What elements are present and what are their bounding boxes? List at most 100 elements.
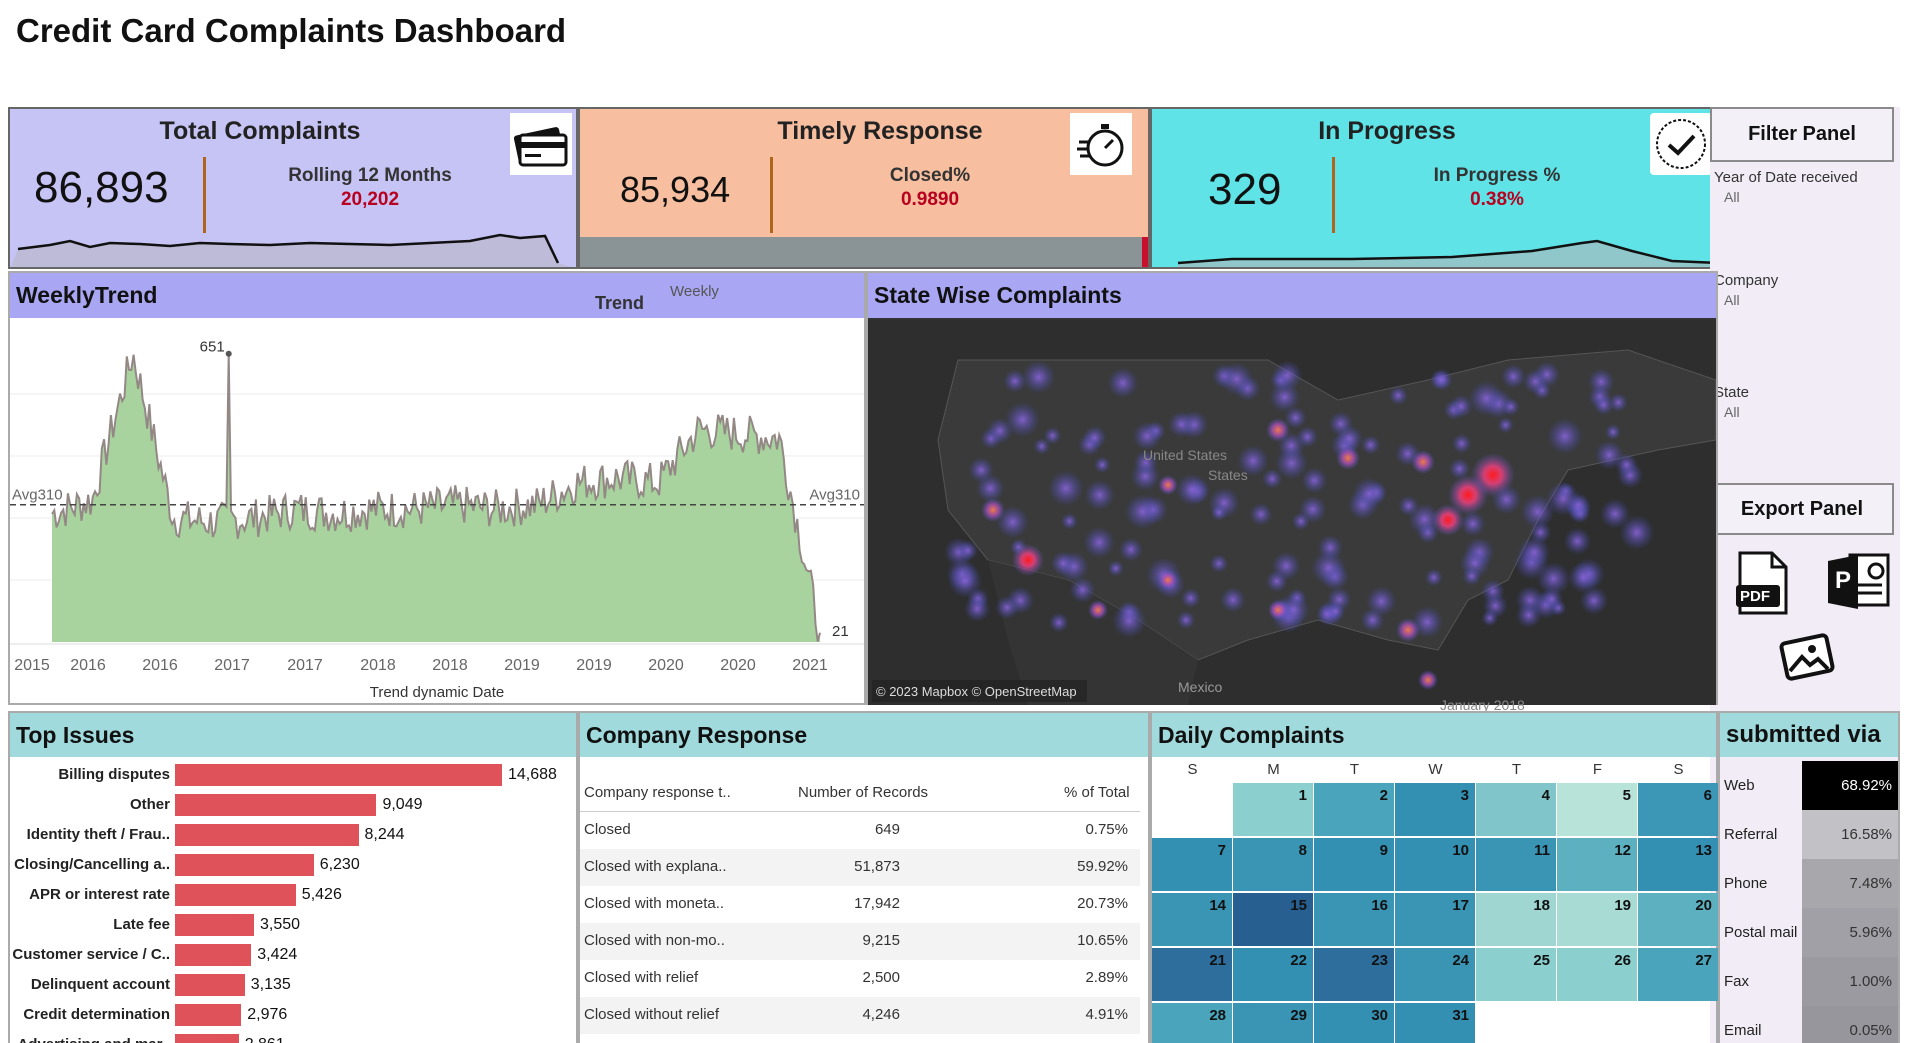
pdf-export-icon[interactable]: PDF: [1734, 551, 1790, 615]
table-row[interactable]: Untimely response1390.16%: [580, 1034, 1140, 1043]
submitted-via-panel: submitted via Web 68.92% Referral 16.58% Pho…: [1718, 711, 1900, 1043]
issue-bar[interactable]: [175, 884, 296, 906]
issue-bar[interactable]: [175, 1004, 242, 1026]
table-row[interactable]: Closed with moneta.. 17,942 20.73%: [580, 886, 1140, 923]
issue-bar[interactable]: [175, 824, 359, 846]
issue-bar[interactable]: [175, 794, 377, 816]
issue-bar[interactable]: [175, 854, 314, 876]
heat-dot: [1431, 368, 1453, 391]
issue-bar[interactable]: [175, 764, 502, 786]
x-tick-label: 2019: [504, 657, 540, 674]
col-percent-total[interactable]: % of Total: [1064, 784, 1130, 801]
trend-dropdown[interactable]: Weekly: [670, 283, 719, 300]
calendar-day[interactable]: 4: [1476, 783, 1556, 836]
heat-dot: [1546, 481, 1581, 516]
calendar-day[interactable]: 2: [1314, 783, 1394, 836]
issue-bar[interactable]: [175, 974, 245, 996]
calendar-day[interactable]: 19: [1557, 893, 1637, 946]
table-row[interactable]: Closed 649 0.75%: [580, 812, 1140, 849]
calendar-day[interactable]: 20: [1638, 893, 1718, 946]
via-value[interactable]: 68.92%: [1802, 761, 1898, 810]
via-label: Email: [1724, 1021, 1762, 1039]
map-label-mexico: Mexico: [1178, 679, 1223, 695]
heat-dot: [1604, 423, 1622, 441]
heat-hotspot: [1336, 446, 1360, 470]
calendar-day[interactable]: 23: [1314, 948, 1394, 1001]
calendar-day[interactable]: 25: [1476, 948, 1556, 1001]
col-response-type[interactable]: Company response t..: [584, 784, 731, 801]
calendar-day[interactable]: 21: [1152, 948, 1232, 1001]
calendar-day[interactable]: 17: [1395, 893, 1475, 946]
calendar-day[interactable]: 12: [1557, 838, 1637, 891]
calendar-day[interactable]: 8: [1233, 838, 1313, 891]
filter-panel-button[interactable]: Filter Panel: [1710, 107, 1894, 162]
issue-value: 9,049: [382, 796, 423, 813]
cell-response-type: Closed with explana..: [584, 858, 727, 875]
heat-dot: [1291, 512, 1311, 531]
pdf-label: PDF: [1740, 588, 1770, 605]
table-row[interactable]: Closed with relief 2,500 2.89%: [580, 960, 1140, 997]
cell-response-type: Closed: [584, 821, 631, 838]
issue-bar[interactable]: [175, 944, 252, 966]
via-value[interactable]: 1.00%: [1802, 957, 1898, 1006]
heat-dot: [1563, 527, 1592, 555]
calendar-day[interactable]: 31: [1395, 1003, 1475, 1043]
x-tick-label: 2018: [432, 657, 468, 674]
filter-year-value[interactable]: All: [1724, 189, 1740, 205]
heat-dot: [964, 595, 991, 622]
calendar-day[interactable]: 3: [1395, 783, 1475, 836]
filter-company-value[interactable]: All: [1724, 292, 1740, 308]
calendar-day[interactable]: 15: [1233, 893, 1313, 946]
state-map-panel: State Wise Complaints United States Stat…: [866, 271, 1718, 705]
calendar-day[interactable]: 24: [1395, 948, 1475, 1001]
heat-dot: [1468, 380, 1504, 416]
calendar-day[interactable]: 29: [1233, 1003, 1313, 1043]
heat-dot: [995, 595, 1019, 620]
cell-percent: 0.75%: [1085, 821, 1128, 838]
calendar-day[interactable]: 30: [1314, 1003, 1394, 1043]
calendar-day[interactable]: 11: [1476, 838, 1556, 891]
complaints-heatmap[interactable]: United States States Mexico © 2023 Mapbo…: [868, 320, 1716, 705]
calendar-day[interactable]: 6: [1638, 783, 1718, 836]
calendar-day[interactable]: 18: [1476, 893, 1556, 946]
kpi-progress-sparkline: [1177, 239, 1716, 267]
heat-dot: [1462, 566, 1482, 586]
calendar-day[interactable]: 13: [1638, 838, 1718, 891]
via-value[interactable]: 16.58%: [1802, 810, 1898, 859]
company-response-title: Company Response: [586, 721, 808, 748]
calendar-day[interactable]: 7: [1152, 838, 1232, 891]
powerpoint-export-icon[interactable]: P: [1826, 553, 1890, 613]
calendar-day[interactable]: 14: [1152, 893, 1232, 946]
calendar-day[interactable]: 9: [1314, 838, 1394, 891]
issue-bar[interactable]: [175, 914, 255, 936]
via-value[interactable]: 5.96%: [1802, 908, 1898, 957]
issue-label: Late fee: [113, 916, 170, 933]
table-row[interactable]: Closed without relief 4,246 4.91%: [580, 997, 1140, 1034]
heat-hotspot: [1012, 544, 1044, 576]
calendar-day[interactable]: 10: [1395, 838, 1475, 891]
calendar-day[interactable]: 22: [1233, 948, 1313, 1001]
calendar-day[interactable]: 28: [1152, 1003, 1232, 1043]
calendar-day[interactable]: 1: [1233, 783, 1313, 836]
kpi-total-sparkline: [10, 233, 570, 267]
via-value[interactable]: 0.05%: [1802, 1006, 1898, 1043]
submitted-via-title: submitted via: [1726, 721, 1881, 748]
cell-percent: 59.92%: [1077, 858, 1128, 875]
calendar-day[interactable]: 26: [1557, 948, 1637, 1001]
calendar-day[interactable]: 5: [1557, 783, 1637, 836]
calendar-day[interactable]: 16: [1314, 893, 1394, 946]
table-row[interactable]: Closed with explana.. 51,873 59.92%: [580, 849, 1140, 886]
col-number-of-records[interactable]: Number of Records: [798, 784, 928, 801]
kpi-progress-value: 329: [1208, 165, 1282, 214]
table-row[interactable]: Closed with non-mo.. 9,215 10.65%: [580, 923, 1140, 960]
via-value[interactable]: 7.48%: [1802, 859, 1898, 908]
heat-dot: [1048, 612, 1069, 633]
x-tick-label: 2015: [14, 657, 50, 674]
heat-dot: [1107, 560, 1125, 577]
export-panel-button[interactable]: Export Panel: [1710, 483, 1894, 535]
image-export-icon[interactable]: [1778, 631, 1838, 683]
issue-bar[interactable]: [175, 1034, 239, 1043]
calendar-day[interactable]: 27: [1638, 948, 1718, 1001]
cell-records: 17,942: [854, 895, 900, 912]
filter-state-value[interactable]: All: [1724, 404, 1740, 420]
